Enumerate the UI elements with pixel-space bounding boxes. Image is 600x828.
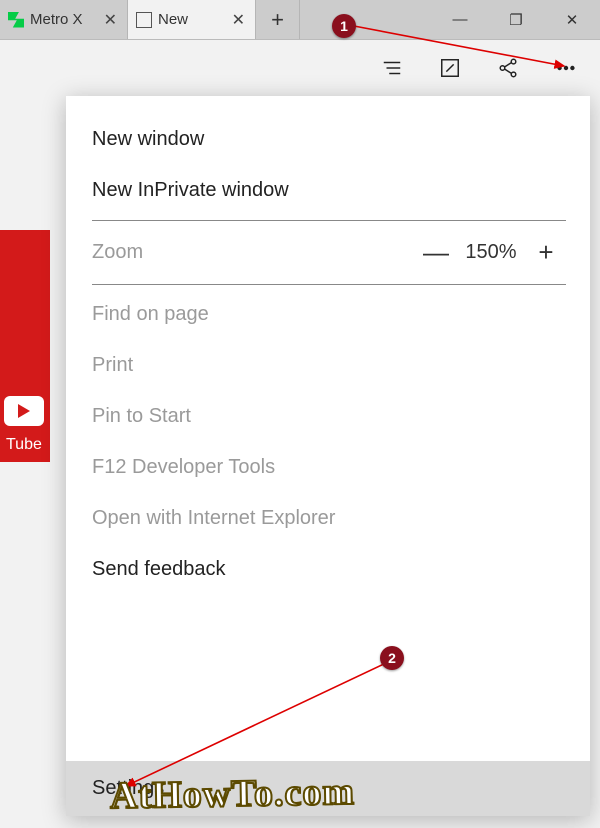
- start-tile-youtube[interactable]: Tube: [0, 230, 50, 462]
- zoom-label: Zoom: [92, 241, 416, 264]
- menu-new-window[interactable]: New window: [92, 114, 566, 165]
- menu-new-inprivate[interactable]: New InPrivate window: [92, 165, 566, 216]
- share-icon[interactable]: [496, 56, 520, 80]
- youtube-icon: [4, 396, 44, 426]
- zoom-out-button[interactable]: —: [416, 237, 456, 268]
- tab-label: Metro X: [30, 11, 94, 28]
- close-tab-icon[interactable]: ✕: [228, 10, 249, 30]
- tile-label: Tube: [0, 432, 50, 462]
- annotation-step-1: 1: [332, 14, 356, 38]
- menu-open-ie[interactable]: Open with Internet Explorer: [92, 493, 566, 544]
- tab-new[interactable]: New ✕: [128, 0, 256, 39]
- title-bar: Metro X ✕ New ✕ + — ❐ ✕: [0, 0, 600, 40]
- menu-send-feedback[interactable]: Send feedback: [92, 544, 566, 595]
- close-window-button[interactable]: ✕: [544, 0, 600, 40]
- menu-dev-tools[interactable]: F12 Developer Tools: [92, 442, 566, 493]
- more-icon[interactable]: [554, 56, 578, 80]
- menu-separator: [92, 220, 566, 221]
- menu-separator: [92, 284, 566, 285]
- web-note-icon[interactable]: [438, 56, 462, 80]
- toolbar: [0, 40, 600, 96]
- menu-find-on-page[interactable]: Find on page: [92, 289, 566, 340]
- more-actions-menu: New window New InPrivate window Zoom — 1…: [66, 96, 590, 816]
- window-controls: — ❐ ✕: [432, 0, 600, 39]
- deviantart-icon: [8, 12, 24, 28]
- zoom-value: 150%: [456, 241, 526, 264]
- menu-zoom-row: Zoom — 150% +: [92, 225, 566, 280]
- page-icon: [136, 12, 152, 28]
- close-tab-icon[interactable]: ✕: [100, 10, 121, 30]
- minimize-button[interactable]: —: [432, 0, 488, 40]
- maximize-button[interactable]: ❐: [488, 0, 544, 40]
- menu-pin-to-start[interactable]: Pin to Start: [92, 391, 566, 442]
- annotation-step-2: 2: [380, 646, 404, 670]
- reading-list-icon[interactable]: [380, 56, 404, 80]
- menu-print[interactable]: Print: [92, 340, 566, 391]
- zoom-in-button[interactable]: +: [526, 237, 566, 268]
- new-tab-button[interactable]: +: [256, 0, 300, 39]
- watermark: AtHowTo.com: [110, 770, 356, 818]
- tab-label: New: [158, 11, 222, 28]
- tab-metro-x[interactable]: Metro X ✕: [0, 0, 128, 39]
